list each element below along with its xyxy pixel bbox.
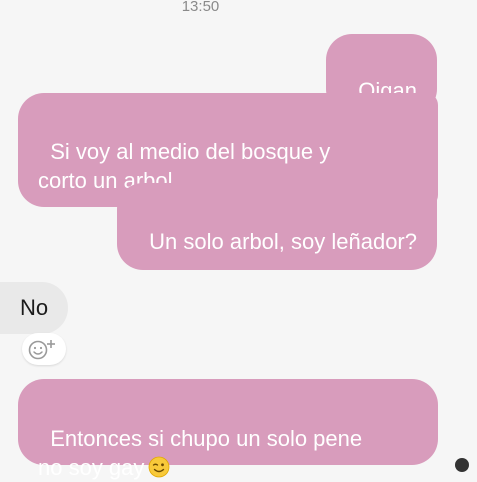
wink-emoji-icon [149, 456, 170, 478]
incoming-message-bubble[interactable]: No [0, 282, 68, 334]
outgoing-message-bubble[interactable]: Entonces si chupo un solo pene no soy ga… [18, 379, 438, 480]
add-reaction-button[interactable] [22, 333, 66, 365]
message-timestamp: 13:50 [181, 0, 220, 15]
message-text: Entonces si chupo un solo pene no soy ga… [38, 426, 363, 480]
outgoing-message-bubble[interactable]: Un solo arbol, soy leñador? [116, 183, 437, 270]
message-text: Un solo arbol, soy leñador? [149, 229, 417, 254]
corner-decoration [455, 458, 469, 472]
add-reaction-icon [28, 340, 55, 360]
message-text: No [20, 295, 49, 320]
